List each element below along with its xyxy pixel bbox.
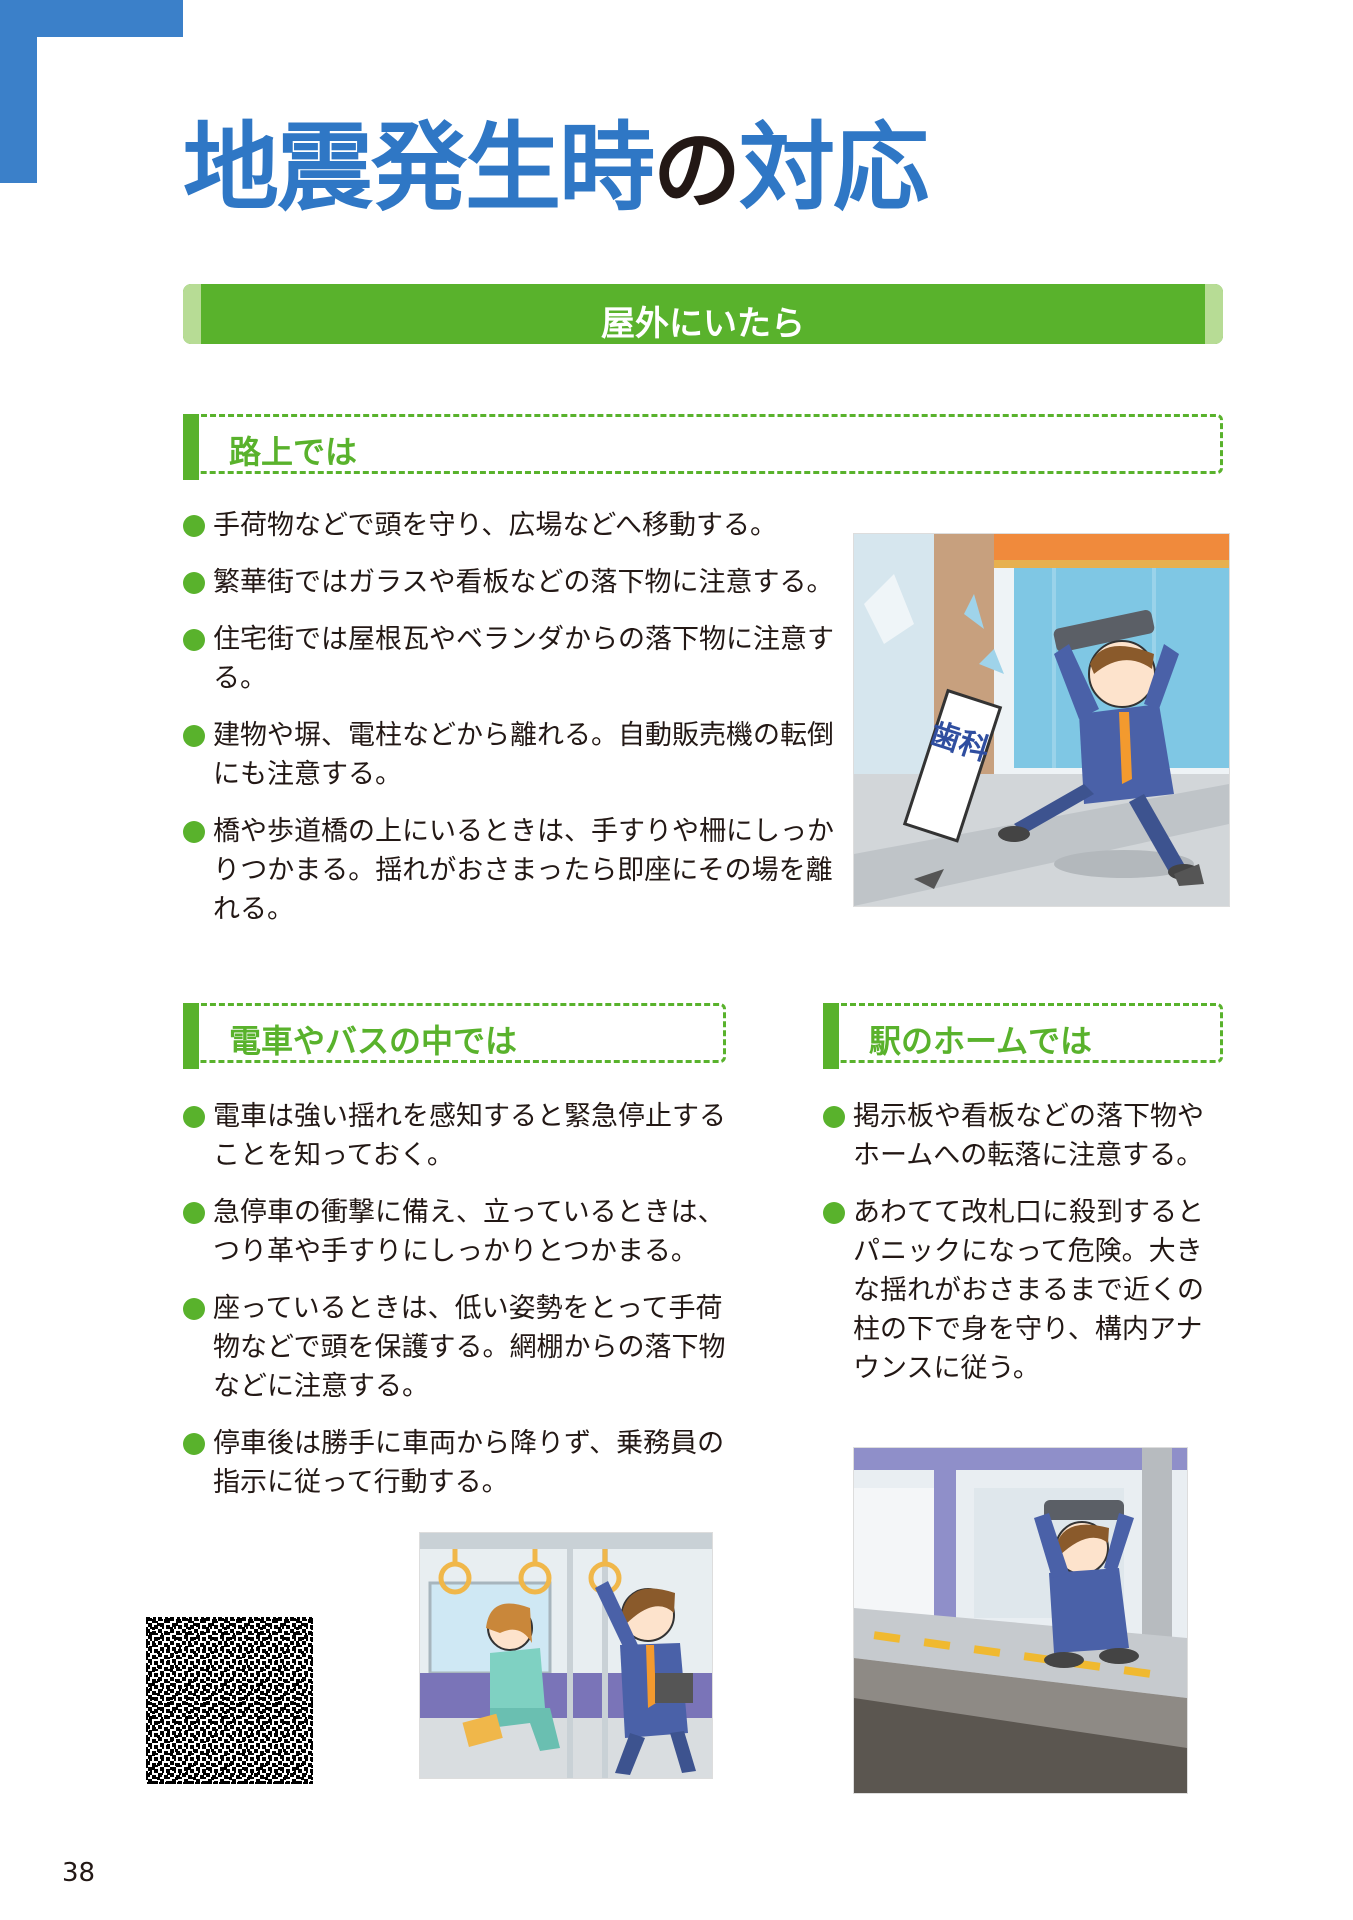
section-header-bar xyxy=(183,414,199,480)
list-item: 掲示板や看板などの落下物やホームへの転落に注意する。 xyxy=(823,1097,1225,1175)
list-item: 住宅街では屋根瓦やベランダからの落下物に注意する。 xyxy=(183,620,843,698)
page-title-part3: 対応 xyxy=(739,112,929,224)
qr-code-icon xyxy=(146,1617,313,1784)
station-illustration xyxy=(853,1447,1188,1794)
station-list: 掲示板や看板などの落下物やホームへの転落に注意する。 あわてて改札口に殺到すると… xyxy=(823,1097,1225,1406)
list-item: 急停車の衝撃に備え、立っているときは、つり革や手すりにしっかりとつかまる。 xyxy=(183,1193,728,1271)
bullet-dot-icon xyxy=(183,1106,205,1128)
page-title-part1: 地震発生時 xyxy=(183,112,655,224)
bullet-dot-icon xyxy=(183,1202,205,1224)
list-item: 繁華街ではガラスや看板などの落下物に注意する。 xyxy=(183,563,843,602)
bullet-dot-icon xyxy=(183,725,205,747)
outdoor-banner-label: 屋外にいたら xyxy=(601,304,805,344)
bullet-dot-icon xyxy=(183,629,205,651)
list-item: 停車後は勝手に車両から降りず、乗務員の指示に従って行動する。 xyxy=(183,1424,728,1502)
list-item: 橋や歩道橋の上にいるときは、手すりや柵にしっかりつかまる。揺れがおさまったら即座… xyxy=(183,812,843,929)
list-item: あわてて改札口に殺到するとパニックになって危険。大きな揺れがおさまるまで近くの柱… xyxy=(823,1193,1225,1388)
corner-decoration-left xyxy=(0,0,37,183)
bullet-dot-icon xyxy=(823,1106,845,1128)
bullet-dot-icon xyxy=(183,515,205,537)
bullet-dot-icon xyxy=(183,572,205,594)
outdoor-banner: 屋外にいたら xyxy=(183,284,1223,344)
list-item: 建物や塀、電柱などから離れる。自動販売機の転倒にも注意する。 xyxy=(183,716,843,794)
section-header-street: 路上では xyxy=(183,414,1223,480)
list-item: 手荷物などで頭を守り、広場などへ移動する。 xyxy=(183,506,843,545)
section-header-bar xyxy=(183,1003,199,1069)
street-list: 手荷物などで頭を守り、広場などへ移動する。 繁華街ではガラスや看板などの落下物に… xyxy=(183,506,843,947)
page-number: 38 xyxy=(62,1858,96,1888)
section-header-station: 駅のホームでは xyxy=(823,1003,1223,1069)
train-list: 電車は強い揺れを感知すると緊急停止することを知っておく。 急停車の衝撃に備え、立… xyxy=(183,1097,728,1520)
bullet-dot-icon xyxy=(183,1433,205,1455)
section-header-train: 電車やバスの中では xyxy=(183,1003,726,1069)
section-header-label: 電車やバスの中では xyxy=(229,1022,518,1060)
page-title-part2: の xyxy=(653,119,741,222)
train-illustration xyxy=(419,1532,713,1779)
section-header-label: 路上では xyxy=(229,433,358,471)
bullet-dot-icon xyxy=(823,1202,845,1224)
list-item: 座っているときは、低い姿勢をとって手荷物などで頭を保護する。網棚からの落下物など… xyxy=(183,1289,728,1406)
bullet-dot-icon xyxy=(183,1298,205,1320)
bullet-dot-icon xyxy=(183,821,205,843)
list-item: 電車は強い揺れを感知すると緊急停止することを知っておく。 xyxy=(183,1097,728,1175)
section-header-label: 駅のホームでは xyxy=(869,1022,1093,1060)
page-title: 地震発生時の対応 xyxy=(183,120,929,216)
street-illustration: 歯科 xyxy=(853,533,1230,907)
section-header-bar xyxy=(823,1003,839,1069)
